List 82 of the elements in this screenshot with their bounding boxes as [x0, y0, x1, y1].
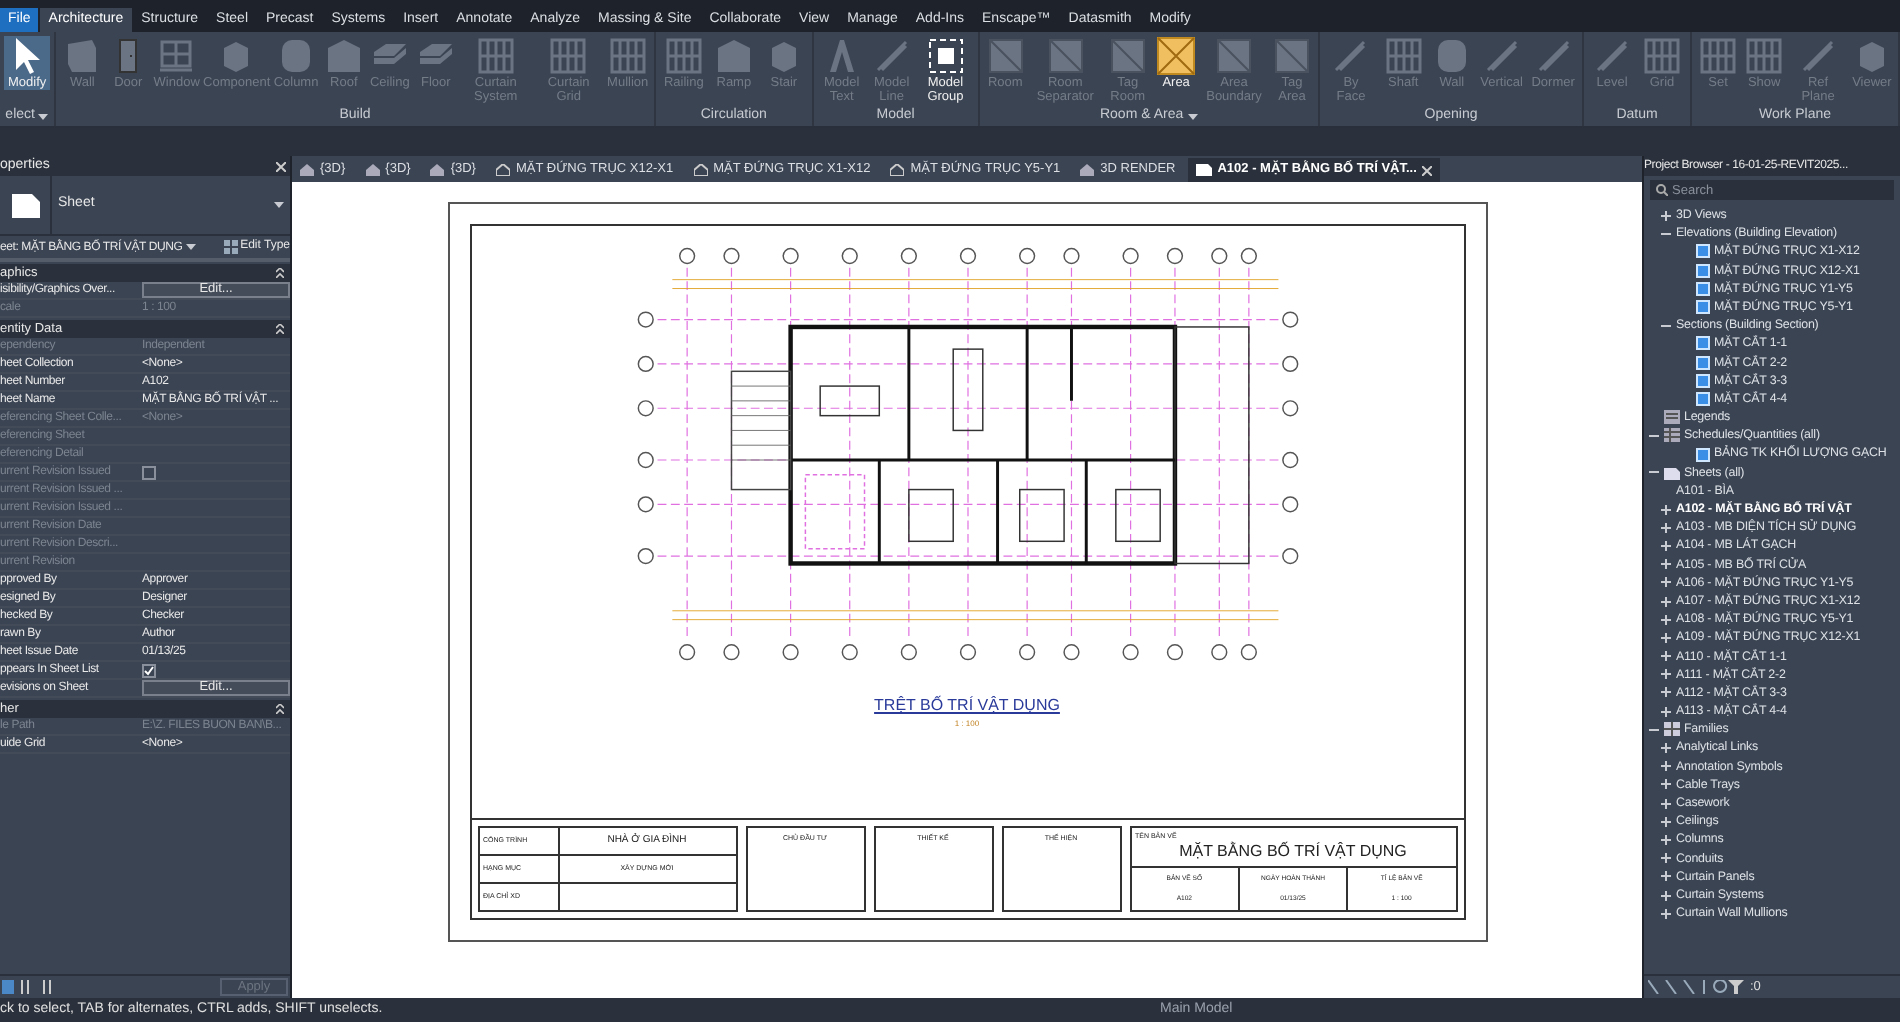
house-icon [890, 164, 905, 176]
expand-icon[interactable] [1660, 742, 1672, 755]
area-icon [1156, 36, 1197, 76]
expand-icon[interactable] [1660, 705, 1672, 718]
tool-icon [871, 36, 912, 76]
tool-icon [1642, 36, 1682, 76]
tool-icon [713, 36, 754, 76]
expand-icon[interactable] [1660, 668, 1672, 681]
tool-icon [323, 36, 364, 76]
tool-icon [1698, 36, 1739, 76]
expand-icon[interactable] [1660, 503, 1672, 516]
collapse-icon[interactable] [1648, 466, 1660, 479]
collapse-icon[interactable] [1648, 723, 1660, 736]
tool-icon [985, 36, 1026, 76]
expand-icon[interactable] [1660, 815, 1672, 828]
tool-icon [1481, 36, 1522, 76]
tool-icon [156, 36, 197, 76]
tool-icon [1214, 36, 1255, 76]
expand-icon[interactable] [1660, 760, 1672, 773]
tool-icon [607, 36, 648, 76]
expand-icon[interactable] [1660, 209, 1672, 222]
house-icon [430, 164, 445, 176]
sheet-icon [11, 193, 39, 217]
close-icon[interactable] [276, 161, 286, 171]
tool-icon [663, 36, 704, 76]
group-icon [925, 36, 966, 76]
house-icon [1080, 164, 1095, 176]
legend-icon [1664, 410, 1680, 425]
sheets-icon [1664, 465, 1680, 480]
expand-icon[interactable] [1660, 797, 1672, 810]
tool-icon [1533, 36, 1574, 76]
caret-icon [186, 244, 197, 250]
schedule-icon [1664, 428, 1680, 443]
house-icon [300, 164, 314, 176]
expand-icon[interactable] [1660, 686, 1672, 699]
selection-filter-icon[interactable] [1648, 980, 1744, 994]
expand-icon[interactable] [1660, 558, 1672, 571]
tool-icon [1798, 36, 1839, 76]
collapse-icon [276, 268, 284, 278]
expand-icon[interactable] [1660, 521, 1672, 534]
house-icon [495, 164, 510, 176]
tool-icon [1272, 36, 1312, 76]
caret-icon [274, 202, 284, 208]
expand-icon[interactable] [1660, 889, 1672, 902]
expand-icon[interactable] [1660, 539, 1672, 552]
collapse-icon[interactable] [1648, 429, 1660, 442]
expand-icon[interactable] [1660, 907, 1672, 920]
tool-icon [1592, 36, 1632, 76]
edit-type-icon [224, 240, 239, 254]
check-icon [144, 665, 154, 675]
caret-icon [38, 113, 49, 119]
collapse-icon[interactable] [1660, 319, 1672, 332]
collapse-icon [276, 704, 284, 714]
view-title: TRỆT BỐ TRÍ VẬT DỤNG [874, 694, 1060, 718]
expand-icon[interactable] [1660, 650, 1672, 663]
expand-icon[interactable] [1660, 852, 1672, 865]
checkbox[interactable] [142, 663, 156, 677]
expand-icon[interactable] [1660, 576, 1672, 589]
house-icon [365, 164, 380, 176]
tool-icon [548, 36, 589, 76]
view-icon [1696, 447, 1710, 462]
expand-icon[interactable] [1660, 613, 1672, 626]
house-icon [693, 164, 708, 176]
tool-icon [1744, 36, 1785, 76]
expand-icon[interactable] [1660, 833, 1672, 846]
tool-icon [1330, 36, 1371, 76]
search-icon [1656, 184, 1668, 196]
families-icon [1664, 722, 1680, 737]
tool-icon [1107, 36, 1148, 76]
tool-icon [475, 36, 516, 76]
tool-icon [1383, 36, 1424, 76]
collapse-icon [276, 324, 284, 334]
expand-icon[interactable] [1660, 778, 1672, 791]
close-icon[interactable] [1422, 165, 1433, 175]
collapse-icon[interactable] [1660, 227, 1672, 240]
caret-icon [1187, 113, 1198, 119]
expand-icon[interactable] [1660, 870, 1672, 883]
tool-icon [1045, 36, 1086, 76]
sheet-icon [1195, 164, 1212, 176]
expand-icon[interactable] [1660, 595, 1672, 608]
drawing-name: MẶT BẰNG BỐ TRÍ VẬT DỤNG [1177, 842, 1409, 863]
expand-icon[interactable] [1660, 631, 1672, 644]
